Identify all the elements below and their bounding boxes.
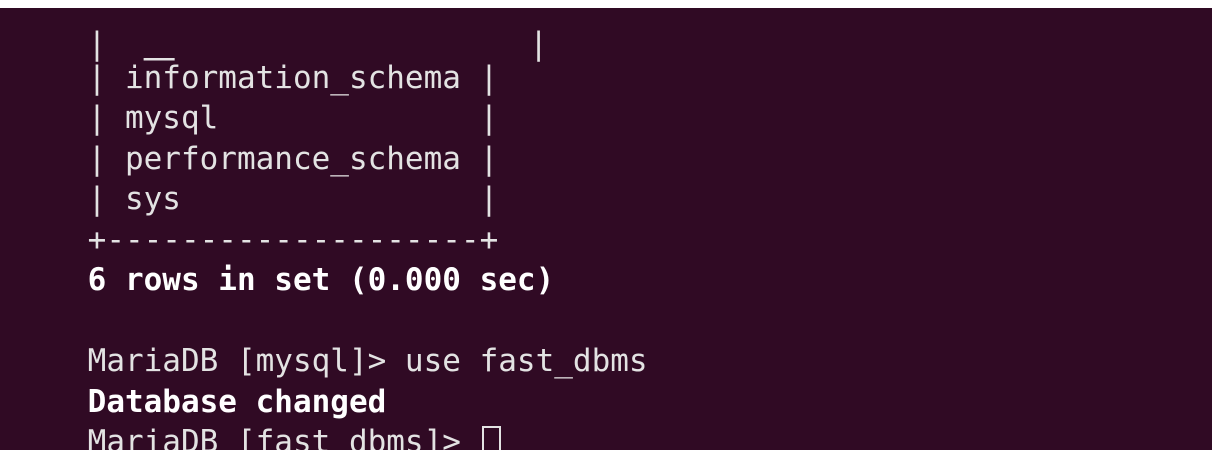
rows-count-text: 6 rows in set (0.000 sec) (87, 262, 555, 298)
table-row: | mysql | (13, 58, 499, 136)
table-row: | information_schema | (13, 18, 499, 96)
table-bottom-border: +--------------------+ (13, 180, 499, 258)
prompt-line[interactable]: MariaDB [fast_dbms]> (13, 382, 501, 450)
rows-count-line: 6 rows in set (0.000 sec) (13, 220, 555, 298)
command-line: MariaDB [mysql]> use fast_dbms (13, 301, 648, 379)
prompt-text: MariaDB [fast_dbms]> (87, 424, 480, 450)
table-row: | sys | (13, 139, 499, 217)
database-changed-line: Database changed (13, 342, 387, 420)
table-row: | performance_schema | (13, 99, 499, 177)
terminal-window[interactable]: | ⎽ | | information_schema | | mysql | |… (0, 8, 1212, 450)
text-cursor[interactable] (481, 426, 501, 450)
